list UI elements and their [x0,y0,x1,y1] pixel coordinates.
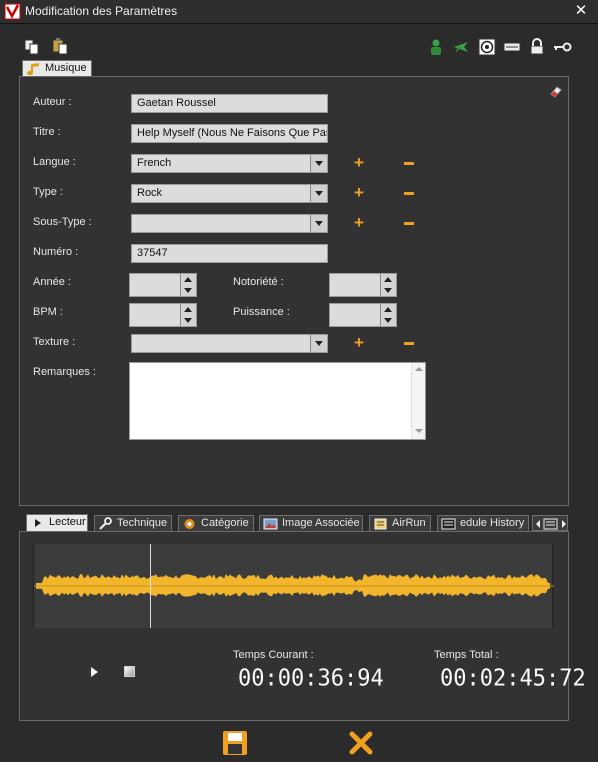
chevron-down-icon[interactable] [310,155,327,172]
temps-courant-display: 00:00:36:94 [238,665,384,692]
tab-label: Technique [117,517,168,529]
remove-type-button[interactable] [404,192,414,195]
remove-langue-button[interactable] [404,162,414,165]
annee-stepper[interactable] [129,273,197,297]
bpm-label: BPM : [33,306,63,318]
tab-categorie[interactable]: Catégorie [178,515,254,532]
app-icon [4,3,21,20]
tab-label: Catégorie [201,517,249,529]
langue-select[interactable]: French [131,154,328,173]
window-title: Modification des Paramètres [25,4,178,18]
remarques-scrollbar[interactable] [411,363,425,439]
numero-field[interactable]: 37547 [131,244,328,263]
puissance-label: Puissance : [233,306,290,318]
stop-icon[interactable] [124,666,135,677]
texture-select[interactable] [131,334,328,353]
temps-courant-label: Temps Courant : [233,649,314,661]
plane-icon[interactable] [452,38,470,56]
soustype-label: Sous-Type : [33,216,92,228]
soustype-select[interactable] [131,214,328,233]
music-note-icon [27,63,39,76]
remarques-textarea[interactable] [129,362,426,440]
waveform-shape [36,574,550,597]
titre-label: Titre : [33,126,61,138]
target-icon[interactable] [478,38,496,56]
stepper-buttons[interactable] [380,274,396,296]
tab-technique[interactable]: Technique [94,515,172,532]
notoriete-label: Notoriété : [233,276,284,288]
eraser-icon[interactable] [549,84,563,98]
chevron-down-icon[interactable] [310,335,327,352]
add-soustype-button[interactable]: + [352,214,366,231]
image-icon [263,518,278,530]
category-icon [184,519,195,529]
paste-icon[interactable] [51,37,69,55]
auteur-field[interactable]: Gaetan Roussel [131,94,328,113]
play-icon [35,519,41,527]
tab-airrun[interactable]: AirRun [369,515,431,532]
title-bar: Modification des Paramètres ✕ [0,0,598,24]
annee-label: Année : [33,276,71,288]
tab-scroller[interactable] [532,515,568,531]
tab-label: Lecteur [49,516,86,528]
notoriete-stepper[interactable] [329,273,397,297]
user-icon[interactable] [427,38,445,56]
temps-total-display: 00:02:45:72 [440,665,586,692]
save-icon[interactable] [222,730,248,756]
keyboard-icon[interactable] [503,38,521,56]
copy-icon[interactable] [23,38,41,56]
tab-scroll-arrows-icon[interactable] [535,518,567,530]
tab-label: AirRun [392,517,426,529]
waveform [34,574,554,597]
add-type-button[interactable]: + [352,184,366,201]
close-icon[interactable]: ✕ [572,2,590,20]
titre-field[interactable]: Help Myself (Nous Ne Faisons Que Pas [131,124,328,143]
auteur-label: Auteur : [33,96,72,108]
key-icon[interactable] [552,38,572,56]
remove-soustype-button[interactable] [404,222,414,225]
remarques-label: Remarques : [33,366,96,378]
waveform-display[interactable] [33,544,554,628]
puissance-stepper[interactable] [329,303,397,327]
temps-total-label: Temps Total : [434,649,499,661]
chevron-down-icon[interactable] [310,185,327,202]
schedule-icon [441,518,456,530]
tab-label: edule History [460,517,525,529]
texture-label: Texture : [33,336,76,348]
playhead[interactable] [150,544,152,628]
tab-label: Musique [45,62,87,74]
stepper-buttons[interactable] [380,304,396,326]
cancel-icon[interactable] [348,730,374,756]
play-icon[interactable] [90,666,100,678]
type-label: Type : [33,186,63,198]
add-texture-button[interactable]: + [352,334,366,351]
bpm-stepper[interactable] [129,303,197,327]
type-select[interactable]: Rock [131,184,328,203]
tab-lecteur[interactable]: Lecteur [26,514,88,532]
airrun-icon [374,518,387,530]
wrench-icon [99,517,112,530]
lock-icon[interactable] [528,38,546,56]
remove-texture-button[interactable] [404,342,414,345]
numero-label: Numéro : [33,246,79,258]
add-langue-button[interactable]: + [352,154,366,171]
tab-label: Image Associée [282,517,360,529]
tab-schedule-history[interactable]: edule History [437,515,529,532]
stepper-buttons[interactable] [180,304,196,326]
langue-label: Langue : [33,156,76,168]
chevron-down-icon[interactable] [310,215,327,232]
type-value: Rock [137,187,163,199]
langue-value: French [137,157,172,169]
tab-image-associee[interactable]: Image Associée [259,515,363,532]
stepper-buttons[interactable] [180,274,196,296]
